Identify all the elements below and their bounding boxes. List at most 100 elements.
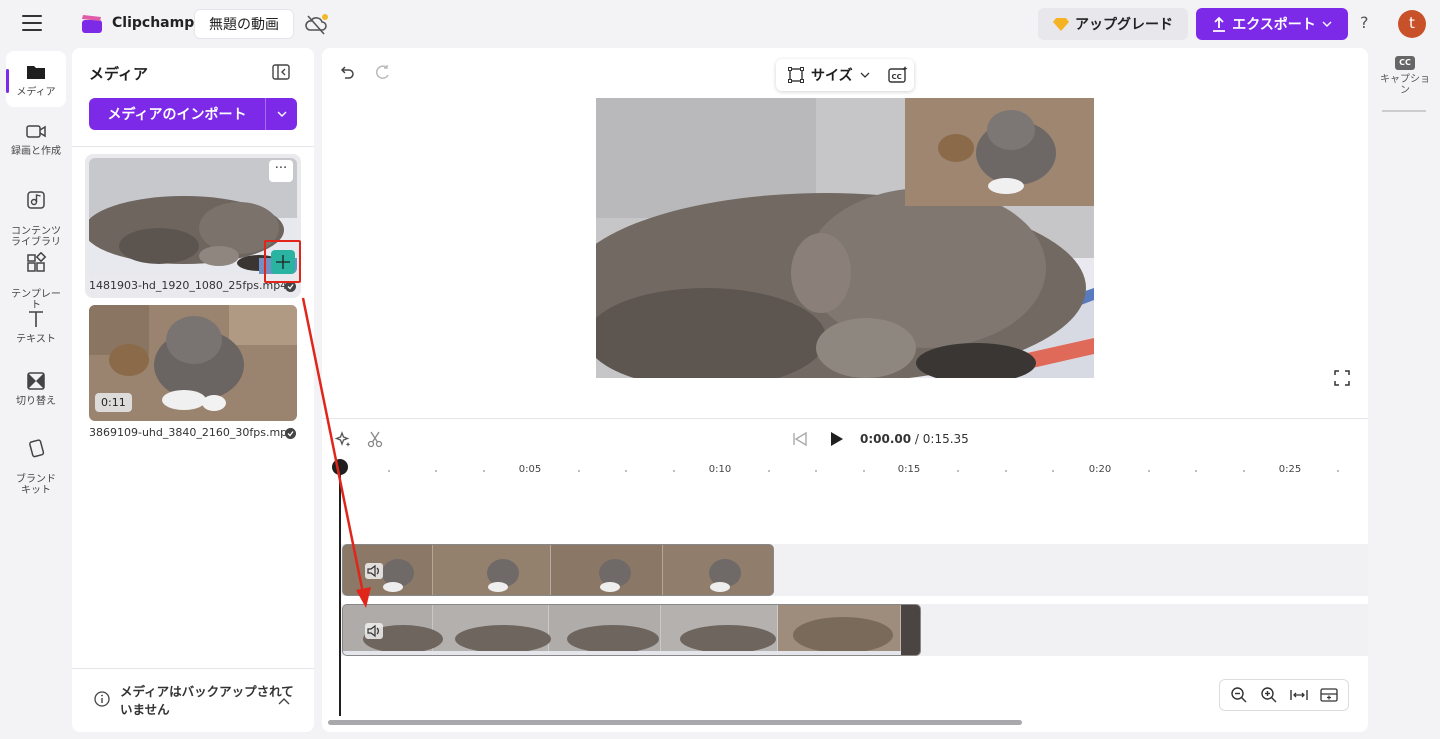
backup-notice[interactable]: メディアはバックアップされていません	[72, 668, 314, 732]
tick	[1148, 470, 1150, 472]
top-bar: Clipchamp 無題の動画 アップグレード エクスポート ? t	[0, 0, 1440, 48]
timeline-ruler[interactable]: 0:05 0:10 0:15 0:20 0:25	[340, 460, 1368, 484]
file-name: 1481903-hd_1920_1080_25fps.mp4	[89, 279, 288, 292]
tick	[1243, 470, 1245, 472]
current-time: 0:00.00	[860, 432, 912, 446]
scissors-icon[interactable]	[366, 430, 384, 448]
tick	[1337, 470, 1339, 472]
media-panel: メディア メディアのインポート ··· 1481903-hd_1920_1080…	[72, 48, 314, 732]
more-options-button[interactable]: ···	[269, 160, 293, 182]
media-panel-title: メディア	[89, 65, 148, 83]
chevron-up-icon[interactable]	[278, 697, 290, 705]
tick	[1052, 470, 1054, 472]
rail-label-media: メディア	[16, 87, 56, 98]
avatar[interactable]: t	[1398, 10, 1426, 38]
tick	[1195, 470, 1197, 472]
tick	[863, 470, 865, 472]
fullscreen-icon[interactable]	[1334, 370, 1350, 386]
rail-item-content-library[interactable]: コンテンツ ライブラリ	[6, 178, 66, 248]
export-label: エクスポート	[1232, 17, 1316, 33]
size-label: サイズ	[811, 68, 853, 84]
tick	[435, 470, 437, 472]
timeline-clip[interactable]	[342, 544, 774, 596]
ruler-label: 0:15	[897, 464, 921, 475]
timeline-clip[interactable]	[342, 604, 921, 656]
rail-item-transitions[interactable]: 切り替え	[6, 370, 66, 407]
tick	[957, 470, 959, 472]
app-name: Clipchamp	[112, 15, 195, 31]
video-preview	[596, 98, 1094, 378]
backup-text: メディアはバックアップされていません	[120, 684, 294, 717]
play-icon[interactable]	[826, 429, 846, 449]
playhead-handle[interactable]	[332, 459, 348, 475]
rail-item-brand-kit[interactable]: ブランド キット	[6, 426, 66, 496]
tick	[768, 470, 770, 472]
volume-icon[interactable]	[365, 623, 383, 639]
tick	[388, 470, 390, 472]
clipchamp-logo-icon	[82, 15, 102, 33]
tick	[815, 470, 817, 472]
tick	[673, 470, 675, 472]
help-icon[interactable]: ?	[1360, 13, 1369, 32]
tick	[578, 470, 580, 472]
media-item[interactable]: 0:11 3869109-uhd_3840_2160_30fps.mp4	[85, 301, 301, 445]
export-button[interactable]: エクスポート	[1196, 8, 1348, 40]
fit-to-width-icon[interactable]	[1290, 686, 1308, 704]
upgrade-button[interactable]: アップグレード	[1038, 8, 1188, 40]
media-item[interactable]: ··· 1481903-hd_1920_1080_25fps.mp4	[85, 154, 301, 298]
captions-tab-indicator	[1382, 110, 1426, 112]
add-to-timeline-button[interactable]	[271, 250, 295, 274]
captions-tab[interactable]: CC キャプショ ン	[1378, 56, 1432, 96]
import-media-button[interactable]: メディアのインポート	[89, 98, 265, 130]
check-circle-icon	[285, 428, 296, 439]
size-button[interactable]: サイズ	[776, 59, 870, 91]
zoom-out-icon[interactable]	[1230, 686, 1248, 704]
ruler-label: 0:05	[518, 464, 542, 475]
undo-icon[interactable]	[338, 64, 356, 82]
video-thumbnail	[89, 158, 297, 274]
rail-item-text[interactable]: テキスト	[6, 308, 66, 345]
menu-icon[interactable]	[22, 15, 42, 33]
active-indicator	[6, 69, 9, 93]
info-icon	[94, 691, 110, 707]
total-time: 0:15.35	[922, 432, 969, 446]
library-icon	[27, 191, 45, 209]
divider	[72, 146, 314, 147]
collapse-panel-icon[interactable]	[272, 64, 290, 80]
timeline-horizontal-scrollbar[interactable]	[328, 720, 1022, 725]
cc-icon: CC	[1395, 56, 1415, 70]
skip-back-icon[interactable]	[792, 431, 808, 447]
brand-kit-icon	[29, 439, 45, 458]
captions-label: キャプショ ン	[1380, 74, 1430, 96]
ruler-label: 0:10	[708, 464, 732, 475]
duration-badge: 0:11	[95, 393, 132, 412]
editor-area: サイズ CC 0:00.00 / 0:15.35 0:05 0:10 0:15 …	[322, 48, 1368, 732]
rail-label-transitions: 切り替え	[16, 396, 56, 407]
magic-sparkle-icon[interactable]	[334, 430, 352, 448]
import-dropdown-button[interactable]	[265, 98, 297, 130]
tick	[483, 470, 485, 472]
templates-icon	[27, 252, 47, 272]
folder-icon	[27, 66, 45, 79]
upload-icon	[1213, 16, 1226, 32]
redo-icon[interactable]	[374, 64, 392, 82]
rail-item-templates[interactable]: テンプレー ト	[6, 241, 66, 311]
ruler-label: 0:25	[1278, 464, 1302, 475]
clip-thumbnails	[343, 617, 901, 655]
chevron-down-icon	[277, 111, 286, 117]
svg-text:CC: CC	[892, 73, 902, 81]
aspect-ratio-icon	[788, 67, 804, 83]
rail-label-text: テキスト	[16, 334, 56, 345]
video-camera-icon	[26, 125, 46, 138]
rail-label-brand-kit: ブランド キット	[16, 474, 56, 496]
project-title[interactable]: 無題の動画	[194, 9, 294, 39]
rail-item-media[interactable]: メディア	[6, 51, 66, 107]
chevron-down-icon	[1322, 21, 1332, 27]
rail-item-record[interactable]: 録画と作成	[6, 120, 66, 157]
chevron-down-icon	[860, 72, 870, 78]
auto-caption-icon[interactable]: CC	[888, 65, 908, 85]
cloud-off-icon[interactable]	[304, 12, 330, 36]
add-track-icon[interactable]	[1320, 686, 1338, 704]
zoom-in-icon[interactable]	[1260, 686, 1278, 704]
volume-icon[interactable]	[365, 563, 383, 579]
